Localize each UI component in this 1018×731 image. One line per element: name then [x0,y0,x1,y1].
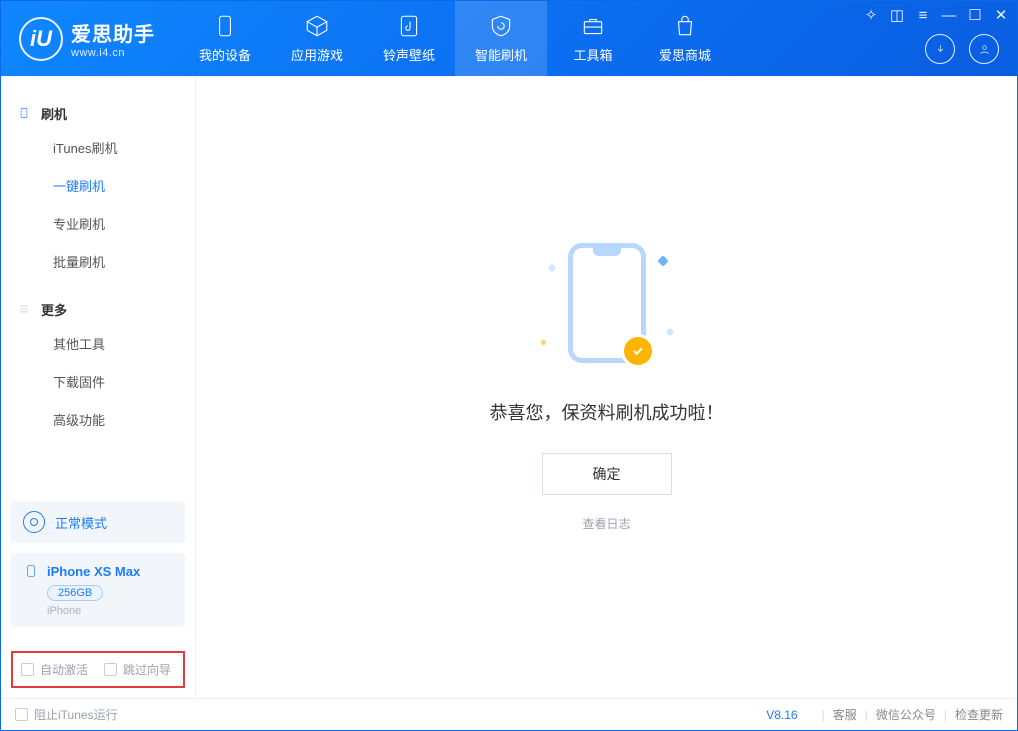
sidebar-item-label: iTunes刷机 [53,138,118,157]
device-name: iPhone XS Max [47,564,140,579]
checkbox-auto-activate[interactable]: 自动激活 [21,661,88,678]
sidebar-item-adv[interactable]: 高级功能 [1,400,195,438]
sidebar-item-label: 一键刷机 [53,176,105,195]
toolbox-icon [580,13,606,39]
body: 刷机 iTunes刷机 一键刷机 专业刷机 批量刷机 更多 其他工具 下载固件 … [1,76,1017,698]
nav-tab-tools[interactable]: 工具箱 [547,1,639,76]
sidebar-item-onekey[interactable]: 一键刷机 [1,166,195,204]
checkbox-icon [21,663,34,676]
nav-tab-store[interactable]: 爱思商城 [639,1,731,76]
device-mode-label: 正常模式 [55,513,107,532]
app-name: 爱思助手 [71,18,155,47]
brand: iU 爱思助手 www.i4.cn [1,1,179,76]
minimize-button[interactable]: — [941,7,957,23]
success-illustration [517,243,697,373]
checkbox-icon [15,708,28,721]
maximize-button[interactable]: ☐ [967,7,983,23]
success-panel: 恭喜您，保资料刷机成功啦！ 确定 查看日志 [490,243,724,532]
device-phone-icon [23,563,39,579]
sidebar-group-flash: 刷机 [1,98,195,128]
mode-icon [23,511,45,533]
checkbox-icon [104,663,117,676]
sidebar-item-itunes[interactable]: iTunes刷机 [1,128,195,166]
sidebar: 刷机 iTunes刷机 一键刷机 专业刷机 批量刷机 更多 其他工具 下载固件 … [1,76,196,698]
sidebar-item-pro[interactable]: 专业刷机 [1,204,195,242]
app-domain: www.i4.cn [71,47,155,59]
window-controls: ✧ ◫ ≡ — ☐ ✕ [863,7,1009,23]
success-message: 恭喜您，保资料刷机成功啦！ [490,399,724,425]
sidebar-item-label: 批量刷机 [53,252,105,271]
nav-tab-label: 应用游戏 [291,45,343,64]
music-file-icon [396,13,422,39]
shield-refresh-icon [488,13,514,39]
sidebar-item-other[interactable]: 其他工具 [1,324,195,362]
close-button[interactable]: ✕ [993,7,1009,23]
titlebar: iU 爱思助手 www.i4.cn 我的设备 应用游戏 铃声壁纸 智能刷机 工具… [1,1,1017,76]
link-wechat[interactable]: 微信公众号 [876,706,936,723]
sidebar-item-label: 其他工具 [53,334,105,353]
nav-tab-label: 智能刷机 [475,45,527,64]
view-log-link[interactable]: 查看日志 [490,515,724,532]
nav-tab-apps[interactable]: 应用游戏 [271,1,363,76]
link-service[interactable]: 客服 [833,706,857,723]
nav-tab-label: 爱思商城 [659,45,711,64]
sidebar-item-label: 下载固件 [53,372,105,391]
phone-icon [212,13,238,39]
link-update[interactable]: 检查更新 [955,706,1003,723]
main-content: 恭喜您，保资料刷机成功啦！ 确定 查看日志 [196,76,1017,698]
nav-tab-ring[interactable]: 铃声壁纸 [363,1,455,76]
success-check-icon [621,334,655,368]
cube-icon [304,13,330,39]
checkbox-skip-guide[interactable]: 跳过向导 [104,661,171,678]
device-mode-box[interactable]: 正常模式 [11,501,185,543]
nav-tab-device[interactable]: 我的设备 [179,1,271,76]
sidebar-group-title: 更多 [41,300,67,319]
list-icon [17,302,31,316]
device-info-box[interactable]: iPhone XS Max 256GB iPhone [11,553,185,627]
checkbox-block-itunes[interactable]: 阻止iTunes运行 [15,706,118,723]
checkbox-label: 阻止iTunes运行 [34,706,118,723]
phone-small-icon [17,106,31,120]
status-bar: 阻止iTunes运行 V8.16 | 客服 | 微信公众号 | 检查更新 [1,698,1017,730]
ok-button[interactable]: 确定 [542,453,672,495]
bag-icon [672,13,698,39]
nav-tab-flash[interactable]: 智能刷机 [455,1,547,76]
device-storage: 256GB [47,585,103,601]
header-action-circles [925,34,999,64]
sidebar-item-batch[interactable]: 批量刷机 [1,242,195,280]
skin-icon[interactable]: ✧ [863,7,879,23]
download-button[interactable] [925,34,955,64]
nav-tab-label: 铃声壁纸 [383,45,435,64]
feedback-icon[interactable]: ◫ [889,7,905,23]
user-button[interactable] [969,34,999,64]
phone-illustration-icon [568,243,646,363]
sidebar-item-label: 高级功能 [53,410,105,429]
sidebar-group-title: 刷机 [41,104,67,123]
checkbox-label: 自动激活 [40,661,88,678]
checkbox-label: 跳过向导 [123,661,171,678]
sidebar-item-label: 专业刷机 [53,214,105,233]
menu-icon[interactable]: ≡ [915,7,931,23]
version-label: V8.16 [766,708,797,722]
brand-text: 爱思助手 www.i4.cn [71,18,155,59]
nav-tab-label: 我的设备 [199,45,251,64]
sidebar-group-more: 更多 [1,294,195,324]
nav-tab-label: 工具箱 [573,45,612,64]
sidebar-item-fw[interactable]: 下载固件 [1,362,195,400]
activation-options: 自动激活 跳过向导 [11,651,185,688]
device-type: iPhone [47,605,173,617]
device-panel: 正常模式 iPhone XS Max 256GB iPhone [11,501,185,627]
brand-logo-icon: iU [19,17,63,61]
